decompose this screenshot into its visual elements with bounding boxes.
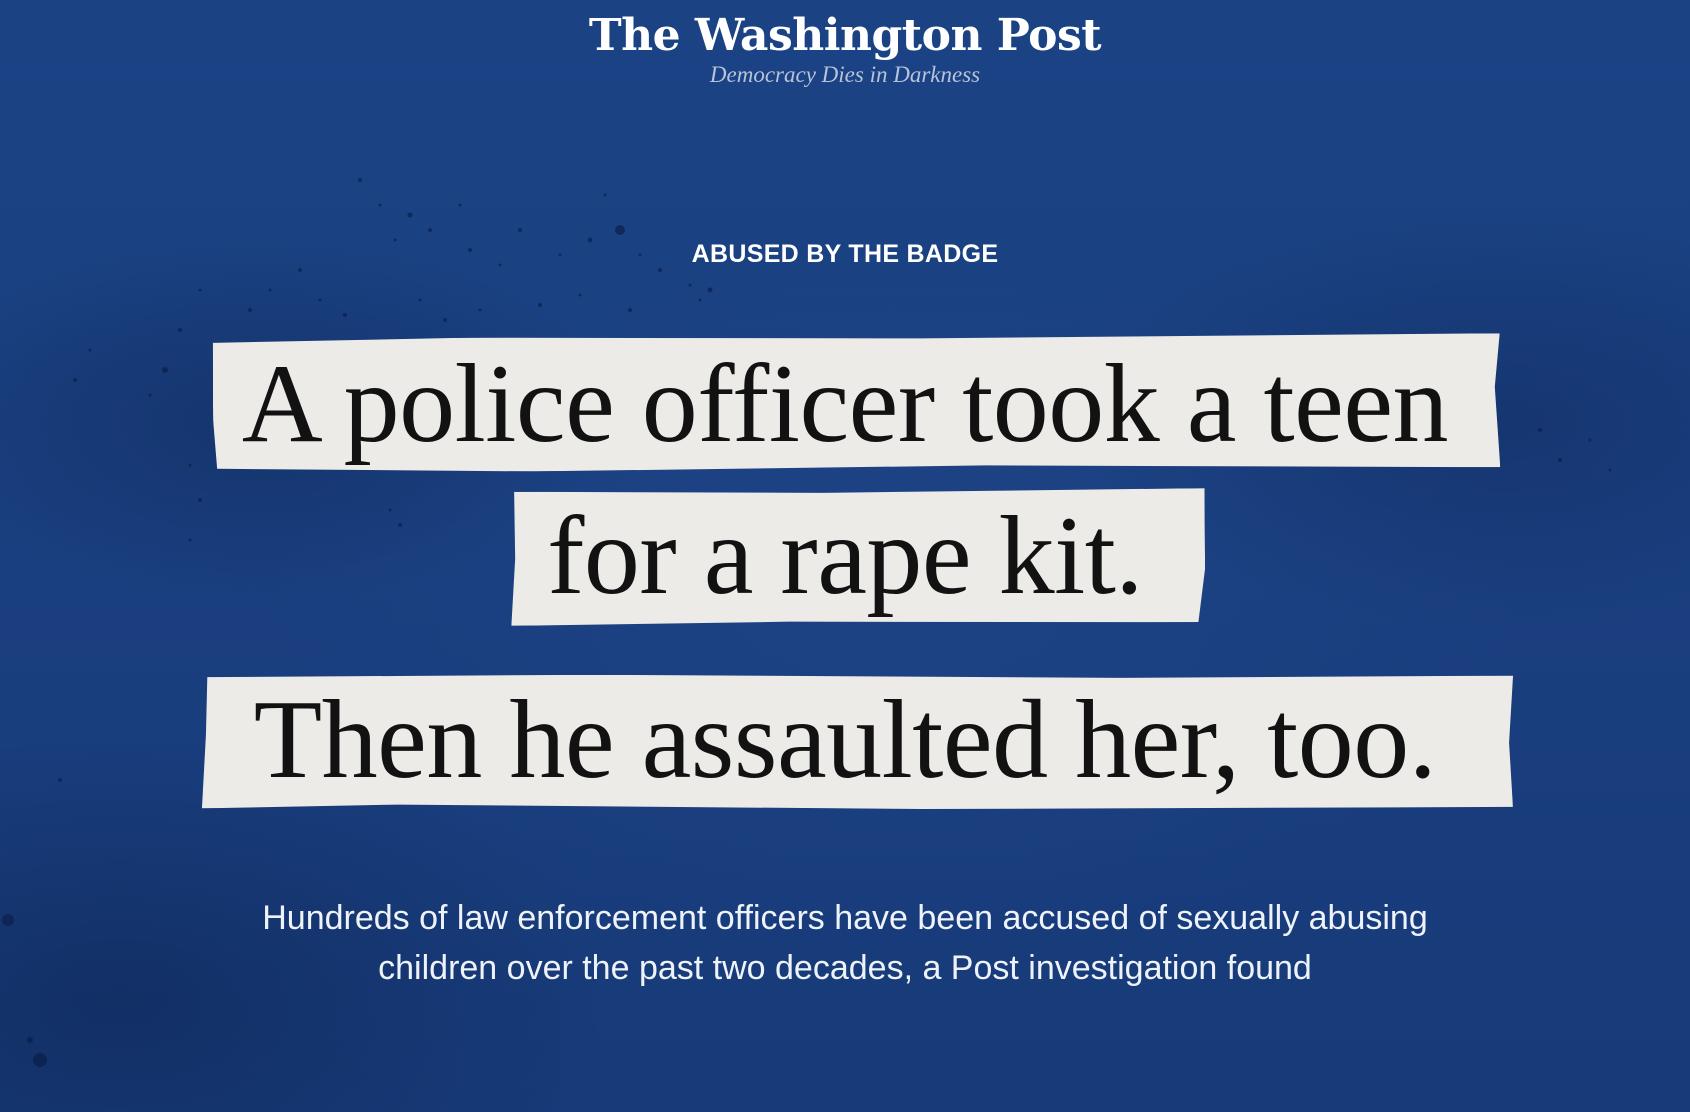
- story-kicker[interactable]: ABUSED BY THE BADGE: [0, 240, 1690, 269]
- headline-line-1: A police officer took a teen: [241, 342, 1449, 466]
- story-dek: Hundreds of law enforcement officers hav…: [262, 899, 1428, 987]
- masthead: The Washington Post Democracy Dies in Da…: [0, 8, 1690, 88]
- washington-post-logo[interactable]: The Washington Post: [589, 8, 1102, 64]
- headline-line-2: for a rape kit.: [547, 494, 1143, 618]
- masthead-tagline: Democracy Dies in Darkness: [709, 62, 981, 87]
- headline-line-3: Then he assaulted her, too.: [253, 678, 1437, 802]
